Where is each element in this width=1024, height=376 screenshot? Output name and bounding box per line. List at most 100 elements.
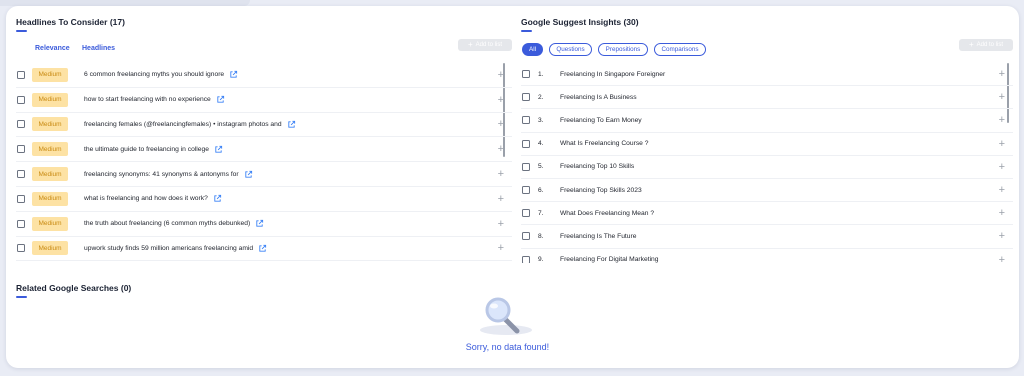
row-number: 3. bbox=[538, 116, 544, 124]
add-row-plus-icon[interactable]: + bbox=[498, 218, 504, 229]
relevance-badge: Medium bbox=[32, 92, 68, 107]
suggest-row[interactable]: 7. What Does Freelancing Mean ? + bbox=[521, 202, 1013, 226]
add-row-plus-icon[interactable]: + bbox=[498, 119, 504, 130]
headline-text: upwork study finds 59 million americans … bbox=[84, 244, 254, 252]
external-link-icon[interactable] bbox=[255, 219, 264, 228]
add-row-plus-icon[interactable]: + bbox=[498, 69, 504, 80]
suggestion-text: Freelancing Is A Business bbox=[560, 93, 637, 101]
headline-row[interactable]: Medium freelancing females (@freelancingf… bbox=[16, 113, 512, 138]
add-row-plus-icon[interactable]: + bbox=[999, 185, 1005, 196]
headlines-panel: Headlines To Consider (17) Relevance Hea… bbox=[16, 16, 512, 262]
row-checkbox[interactable] bbox=[17, 219, 25, 228]
add-row-plus-icon[interactable]: + bbox=[498, 144, 504, 155]
headline-row[interactable]: Medium freelancing synonyms: 41 synonyms … bbox=[16, 162, 512, 187]
suggest-row[interactable]: 8. Freelancing Is The Future + bbox=[521, 225, 1013, 249]
headline-row[interactable]: Medium the truth about freelancing (6 com… bbox=[16, 212, 512, 237]
headline-row[interactable]: Medium what is freelancing and how does i… bbox=[16, 187, 512, 212]
row-number: 1. bbox=[538, 70, 544, 78]
suggest-row[interactable]: 1. Freelancing In Singapore Foreigner + bbox=[521, 63, 1013, 87]
filter-all[interactable]: All bbox=[522, 43, 543, 56]
add-row-plus-icon[interactable]: + bbox=[999, 115, 1005, 126]
row-number: 2. bbox=[538, 93, 544, 101]
suggestion-text: What Does Freelancing Mean ? bbox=[560, 209, 655, 217]
suggest-row[interactable]: 9. Freelancing For Digital Marketing + bbox=[521, 249, 1013, 263]
relevance-badge: Medium bbox=[32, 167, 68, 182]
relevance-column-header[interactable]: Relevance bbox=[35, 45, 70, 52]
add-row-plus-icon[interactable]: + bbox=[999, 208, 1005, 219]
add-row-plus-icon[interactable]: + bbox=[498, 94, 504, 105]
magnifier-icon bbox=[480, 297, 532, 335]
row-checkbox[interactable] bbox=[17, 120, 25, 129]
headlines-column-header[interactable]: Headlines bbox=[82, 45, 115, 52]
row-checkbox[interactable] bbox=[17, 170, 25, 179]
row-number: 6. bbox=[538, 186, 544, 194]
row-number: 9. bbox=[538, 256, 544, 263]
row-checkbox[interactable] bbox=[17, 95, 25, 104]
external-link-icon[interactable] bbox=[213, 194, 222, 203]
suggestion-text: Freelancing In Singapore Foreigner bbox=[560, 70, 666, 78]
headlines-title: Headlines To Consider (17) bbox=[16, 16, 512, 32]
external-link-icon[interactable] bbox=[244, 170, 253, 179]
headline-text: the ultimate guide to freelancing in col… bbox=[84, 145, 209, 153]
relevance-badge: Medium bbox=[32, 142, 68, 157]
suggestion-text: Freelancing Top Skills 2023 bbox=[560, 186, 642, 194]
relevance-badge: Medium bbox=[32, 241, 68, 256]
row-checkbox[interactable] bbox=[522, 232, 530, 241]
plus-icon: + bbox=[968, 40, 974, 49]
add-row-plus-icon[interactable]: + bbox=[498, 193, 504, 204]
headline-text: the truth about freelancing (6 common my… bbox=[84, 220, 251, 228]
add-row-plus-icon[interactable]: + bbox=[999, 92, 1005, 103]
suggestion-text: Freelancing For Digital Marketing bbox=[560, 256, 659, 263]
suggestion-text: Freelancing To Earn Money bbox=[560, 116, 642, 124]
relevance-badge: Medium bbox=[32, 67, 68, 82]
suggest-row[interactable]: 2. Freelancing Is A Business + bbox=[521, 86, 1013, 110]
add-row-plus-icon[interactable]: + bbox=[498, 243, 504, 254]
add-row-plus-icon[interactable]: + bbox=[999, 231, 1005, 242]
add-to-list-label: Add to list bbox=[475, 42, 503, 48]
row-number: 8. bbox=[538, 232, 544, 240]
headline-row[interactable]: Medium the ultimate guide to freelancing … bbox=[16, 137, 512, 163]
add-row-plus-icon[interactable]: + bbox=[999, 254, 1005, 263]
row-checkbox[interactable] bbox=[522, 162, 530, 171]
filter-prepositions[interactable]: Prepositions bbox=[598, 43, 648, 56]
add-row-plus-icon[interactable]: + bbox=[999, 161, 1005, 172]
headline-text: freelancing females (@freelancingfemales… bbox=[84, 120, 282, 128]
add-row-plus-icon[interactable]: + bbox=[498, 169, 504, 180]
suggest-row[interactable]: 4. What Is Freelancing Course ? + bbox=[521, 133, 1013, 156]
external-link-icon[interactable] bbox=[214, 145, 223, 154]
suggest-row[interactable]: 6. Freelancing Top Skills 2023 + bbox=[521, 179, 1013, 203]
filter-questions[interactable]: Questions bbox=[549, 43, 592, 56]
suggest-filter-row: All Questions Prepositions Comparisons +… bbox=[521, 39, 1013, 63]
headline-row[interactable]: Medium how to start freelancing with no e… bbox=[16, 88, 512, 113]
suggest-list[interactable]: 1. Freelancing In Singapore Foreigner +2. F… bbox=[521, 63, 1013, 263]
external-link-icon[interactable] bbox=[216, 95, 225, 104]
row-checkbox[interactable] bbox=[522, 255, 530, 263]
suggest-add-to-list-button[interactable]: + Add to list bbox=[959, 39, 1013, 51]
empty-state-message: Sorry, no data found! bbox=[465, 342, 550, 352]
headlines-add-to-list-button[interactable]: + Add to list bbox=[458, 39, 512, 51]
add-row-plus-icon[interactable]: + bbox=[999, 69, 1005, 80]
suggest-row[interactable]: 5. Freelancing Top 10 Skills + bbox=[521, 156, 1013, 179]
row-checkbox[interactable] bbox=[17, 145, 25, 154]
row-checkbox[interactable] bbox=[522, 93, 530, 102]
row-checkbox[interactable] bbox=[522, 116, 530, 125]
suggestion-text: Freelancing Top 10 Skills bbox=[560, 163, 635, 171]
relevance-badge: Medium bbox=[32, 117, 68, 132]
row-checkbox[interactable] bbox=[522, 209, 530, 218]
row-checkbox[interactable] bbox=[17, 244, 25, 253]
headline-row[interactable]: Medium upwork study finds 59 million amer… bbox=[16, 237, 512, 262]
filter-comparisons[interactable]: Comparisons bbox=[654, 43, 706, 56]
headline-row[interactable]: Medium 6 common freelancing myths you sho… bbox=[16, 63, 512, 88]
row-checkbox[interactable] bbox=[522, 70, 530, 79]
add-row-plus-icon[interactable]: + bbox=[999, 138, 1005, 149]
row-number: 7. bbox=[538, 209, 544, 217]
external-link-icon[interactable] bbox=[229, 70, 238, 79]
headlines-list[interactable]: Medium 6 common freelancing myths you sho… bbox=[16, 63, 512, 263]
row-checkbox[interactable] bbox=[522, 139, 530, 148]
external-link-icon[interactable] bbox=[258, 244, 267, 253]
external-link-icon[interactable] bbox=[287, 120, 296, 129]
suggest-row[interactable]: 3. Freelancing To Earn Money + bbox=[521, 109, 1013, 133]
row-checkbox[interactable] bbox=[17, 70, 25, 79]
row-checkbox[interactable] bbox=[522, 186, 530, 195]
row-checkbox[interactable] bbox=[17, 194, 25, 203]
